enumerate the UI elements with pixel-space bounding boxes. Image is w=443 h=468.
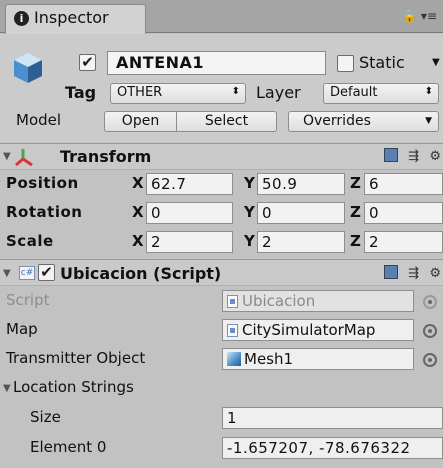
active-checkbox[interactable]: ✔ (79, 54, 96, 71)
map-field-text: CitySimulatorMap (242, 321, 376, 339)
transmitter-object-picker-icon[interactable] (423, 353, 437, 367)
script-field-value: Ubicacion (222, 290, 414, 312)
rotation-y-input[interactable]: 0 (257, 202, 345, 224)
menu-icon[interactable]: ▾≡ (421, 9, 437, 23)
tag-value: OTHER (117, 85, 163, 100)
rotation-x-input[interactable]: 0 (146, 202, 233, 224)
rotation-z-input[interactable]: 0 (364, 202, 443, 224)
array-size-input[interactable]: 1 (222, 407, 443, 429)
help-book-icon[interactable] (384, 148, 399, 162)
layer-label: Layer (256, 83, 301, 102)
script-object-picker-icon (423, 295, 437, 309)
overrides-label: Overrides (303, 113, 371, 129)
position-z-input[interactable]: 6 (364, 173, 443, 195)
position-x-input[interactable]: 62.7 (146, 173, 233, 195)
transform-title: Transform (60, 147, 152, 166)
help-book-icon[interactable] (384, 265, 399, 279)
position-label: Position (6, 174, 79, 192)
gameobject-name-input[interactable]: ANTENA1 (107, 51, 326, 75)
scale-z-label[interactable]: Z (350, 232, 361, 250)
location-strings-foldout-icon[interactable]: ▼ (3, 383, 11, 394)
scale-label: Scale (6, 232, 54, 250)
layer-value: Default (330, 85, 378, 100)
script-field-text: Ubicacion (242, 292, 316, 310)
tag-label: Tag (65, 83, 97, 102)
position-z-label[interactable]: Z (350, 174, 361, 192)
scale-y-label[interactable]: Y (244, 232, 255, 250)
preset-sliders-icon[interactable]: ⇶ (408, 149, 419, 164)
inspector-tab[interactable]: i Inspector (5, 4, 146, 34)
layer-dropdown[interactable]: Default ⬍ (323, 83, 439, 104)
tag-dropdown-arrow-icon: ⬍ (231, 86, 240, 97)
layer-dropdown-arrow-icon: ⬍ (424, 86, 433, 97)
script-field-label: Script (6, 291, 50, 309)
tab-controls: 🔒 ▾≡ (402, 9, 437, 23)
transform-header-icons: ⇶ ⚙ (378, 148, 441, 164)
position-y-label[interactable]: Y (244, 174, 255, 192)
transform-header[interactable]: ▼ Transform ⇶ ⚙ (0, 143, 443, 170)
model-open-button[interactable]: Open (104, 111, 177, 132)
map-object-picker-icon[interactable] (423, 324, 437, 338)
scale-z-input[interactable]: 2 (364, 231, 443, 253)
rotation-z-label[interactable]: Z (350, 203, 361, 221)
transform-axes-icon (15, 149, 33, 166)
lock-icon[interactable]: 🔒 (402, 9, 417, 23)
script-file-icon (227, 295, 238, 308)
scale-x-label[interactable]: X (132, 232, 144, 250)
inspector-tab-bar: i Inspector 🔒 ▾≡ (0, 0, 443, 34)
scale-y-input[interactable]: 2 (257, 231, 345, 253)
position-x-label[interactable]: X (132, 174, 144, 192)
gear-icon[interactable]: ⚙ (429, 266, 441, 281)
transform-foldout-icon[interactable]: ▼ (3, 151, 11, 162)
overrides-arrow-icon: ▼ (425, 116, 432, 126)
info-icon: i (14, 11, 29, 26)
rotation-label: Rotation (6, 203, 83, 221)
element-0-label: Element 0 (30, 438, 107, 456)
static-checkbox[interactable] (337, 55, 354, 72)
array-size-label: Size (30, 408, 61, 426)
csharp-script-icon: c# (19, 266, 35, 280)
preset-sliders-icon[interactable]: ⇶ (408, 266, 419, 281)
location-strings-label[interactable]: Location Strings (13, 378, 134, 396)
map-field[interactable]: CitySimulatorMap (222, 319, 414, 341)
inspector-tab-label: Inspector (34, 8, 109, 27)
transmitter-object-text: Mesh1 (244, 350, 294, 368)
mesh-icon (227, 352, 241, 366)
script-header-icons: ⇶ ⚙ (378, 265, 441, 281)
gameobject-cube-icon (14, 53, 42, 83)
gear-icon[interactable]: ⚙ (429, 149, 441, 164)
element-0-input[interactable]: -1.657207, -78.676322 (222, 437, 443, 459)
static-label: Static (359, 53, 405, 72)
rotation-x-label[interactable]: X (132, 203, 144, 221)
map-script-icon (227, 324, 238, 337)
script-foldout-icon[interactable]: ▼ (3, 268, 11, 279)
transmitter-object-field[interactable]: Mesh1 (222, 348, 414, 370)
tag-dropdown[interactable]: OTHER ⬍ (110, 83, 246, 104)
ubicacion-script-header[interactable]: ▼ c# ✔ Ubicacion (Script) ⇶ ⚙ (0, 259, 443, 286)
model-select-button[interactable]: Select (177, 111, 277, 132)
script-enabled-checkbox[interactable]: ✔ (38, 264, 55, 281)
map-label: Map (6, 320, 38, 338)
static-dropdown-arrow-icon[interactable]: ▼ (432, 57, 440, 68)
model-overrides-dropdown[interactable]: Overrides ▼ (288, 111, 439, 132)
model-label: Model (16, 111, 62, 129)
transmitter-object-label: Transmitter Object (6, 349, 146, 367)
script-title: Ubicacion (Script) (60, 264, 222, 283)
scale-x-input[interactable]: 2 (146, 231, 233, 253)
position-y-input[interactable]: 50.9 (257, 173, 345, 195)
rotation-y-label[interactable]: Y (244, 203, 255, 221)
